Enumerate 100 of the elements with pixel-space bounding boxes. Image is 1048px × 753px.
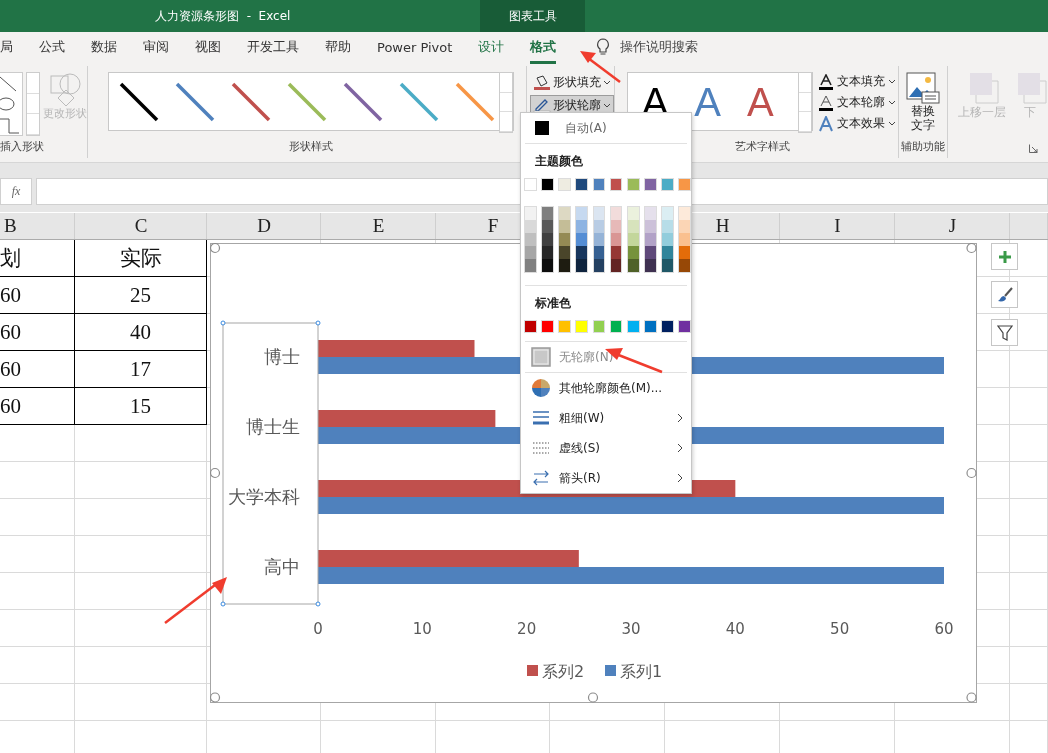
ribbon-tab[interactable]: 局 xyxy=(0,33,13,64)
color-swatch[interactable] xyxy=(576,246,588,259)
resize-handle[interactable] xyxy=(210,243,221,254)
color-swatch[interactable] xyxy=(593,233,605,246)
color-swatch[interactable] xyxy=(644,246,656,259)
color-swatch[interactable] xyxy=(627,246,639,259)
alt-text-button[interactable]: 替换 文字 xyxy=(905,72,940,133)
color-swatch[interactable] xyxy=(559,220,571,233)
dialog-launcher-icon[interactable] xyxy=(1028,144,1038,153)
color-swatch[interactable] xyxy=(593,246,605,259)
text-command-button[interactable]: 文本效果 xyxy=(815,114,898,133)
color-swatch[interactable] xyxy=(524,320,537,333)
color-swatch[interactable] xyxy=(679,246,690,259)
menu-item[interactable]: 其他轮廓颜色(M)... xyxy=(521,373,691,403)
color-swatch[interactable] xyxy=(525,259,536,272)
ribbon-tab[interactable]: 设计 xyxy=(478,33,505,64)
resize-handle[interactable] xyxy=(966,243,977,254)
axis-label-box[interactable] xyxy=(220,320,321,607)
color-swatch[interactable] xyxy=(592,320,606,333)
color-swatch[interactable] xyxy=(593,220,605,233)
color-swatch[interactable] xyxy=(558,320,572,333)
color-swatch[interactable] xyxy=(678,320,691,333)
resize-handle[interactable] xyxy=(210,692,221,703)
resize-handle[interactable] xyxy=(587,692,599,703)
color-swatch[interactable] xyxy=(535,121,549,135)
ribbon-tab[interactable]: 数据 xyxy=(91,33,117,64)
insert-function-button[interactable]: fx xyxy=(0,178,32,205)
color-swatch[interactable] xyxy=(541,178,554,191)
column-header[interactable]: E xyxy=(372,215,385,237)
color-swatch[interactable] xyxy=(661,178,674,191)
color-swatch[interactable] xyxy=(542,259,553,272)
shape-gallery[interactable] xyxy=(0,72,23,136)
color-swatch[interactable] xyxy=(644,207,656,220)
color-swatch[interactable] xyxy=(662,207,673,220)
color-swatch[interactable] xyxy=(679,207,690,220)
color-swatch[interactable] xyxy=(679,233,690,246)
color-swatch[interactable] xyxy=(525,220,536,233)
color-swatch[interactable] xyxy=(678,178,691,191)
column-header[interactable]: F xyxy=(487,215,499,237)
resize-handle[interactable] xyxy=(966,692,977,703)
column-header[interactable]: D xyxy=(257,215,271,237)
color-swatch[interactable] xyxy=(627,259,639,272)
ribbon-tab[interactable]: 公式 xyxy=(39,33,65,64)
color-swatch[interactable] xyxy=(559,246,571,259)
column-header[interactable]: B xyxy=(4,215,17,237)
color-swatch[interactable] xyxy=(576,233,588,246)
column-header[interactable]: C xyxy=(134,215,148,237)
column-header[interactable]: I xyxy=(834,215,841,237)
color-swatch[interactable] xyxy=(662,233,673,246)
line-style-icon[interactable] xyxy=(120,82,159,121)
ribbon-tab[interactable]: 视图 xyxy=(195,33,221,64)
color-swatch[interactable] xyxy=(576,259,588,272)
color-swatch[interactable] xyxy=(609,320,623,333)
color-swatch[interactable] xyxy=(609,178,623,191)
lightbulb-icon[interactable] xyxy=(596,38,611,56)
color-swatch[interactable] xyxy=(525,246,536,259)
ribbon-tab[interactable]: 帮助 xyxy=(325,33,351,64)
color-swatch[interactable] xyxy=(627,220,639,233)
color-swatch[interactable] xyxy=(610,259,622,272)
color-swatch[interactable] xyxy=(558,178,572,191)
color-swatch[interactable] xyxy=(592,178,606,191)
text-command-button[interactable]: 文本轮廓 xyxy=(815,93,898,112)
resize-handle[interactable] xyxy=(966,467,977,479)
color-swatch[interactable] xyxy=(542,220,553,233)
color-swatch[interactable] xyxy=(541,320,554,333)
color-swatch[interactable] xyxy=(679,220,690,233)
color-swatch[interactable] xyxy=(679,259,690,272)
color-swatch[interactable] xyxy=(626,178,640,191)
color-swatch[interactable] xyxy=(610,233,622,246)
color-swatch[interactable] xyxy=(644,220,656,233)
color-swatch[interactable] xyxy=(524,178,537,191)
column-header[interactable]: J xyxy=(948,215,957,237)
color-swatch[interactable] xyxy=(644,233,656,246)
color-swatch[interactable] xyxy=(559,233,571,246)
color-swatch[interactable] xyxy=(610,246,622,259)
menu-item[interactable]: 虚线(S) xyxy=(521,433,691,463)
color-swatch[interactable] xyxy=(542,233,553,246)
color-swatch[interactable] xyxy=(593,259,605,272)
ribbon-tab[interactable]: 开发工具 xyxy=(247,33,299,64)
color-swatch[interactable] xyxy=(576,207,588,220)
color-swatch[interactable] xyxy=(662,220,673,233)
chart-filters-button[interactable] xyxy=(991,319,1018,346)
search-field[interactable]: 操作说明搜索 xyxy=(620,38,699,56)
color-swatch[interactable] xyxy=(627,233,639,246)
menu-item[interactable]: 粗细(W) xyxy=(521,403,691,433)
color-swatch[interactable] xyxy=(610,207,622,220)
gallery-scrollbar[interactable] xyxy=(797,72,812,133)
shape-command-button[interactable]: 形状填充 xyxy=(529,72,614,93)
color-swatch[interactable] xyxy=(542,246,553,259)
color-swatch[interactable] xyxy=(626,320,640,333)
color-swatch[interactable] xyxy=(575,320,589,333)
color-swatch[interactable] xyxy=(542,207,553,220)
ribbon-tab[interactable]: 审阅 xyxy=(143,33,169,64)
color-swatch[interactable] xyxy=(643,320,657,333)
color-swatch[interactable] xyxy=(661,320,674,333)
color-swatch[interactable] xyxy=(559,259,571,272)
menu-item[interactable]: 箭头(R) xyxy=(521,463,691,493)
color-swatch[interactable] xyxy=(593,207,605,220)
ribbon-tab[interactable]: Power Pivot xyxy=(377,34,453,63)
color-swatch[interactable] xyxy=(610,220,622,233)
